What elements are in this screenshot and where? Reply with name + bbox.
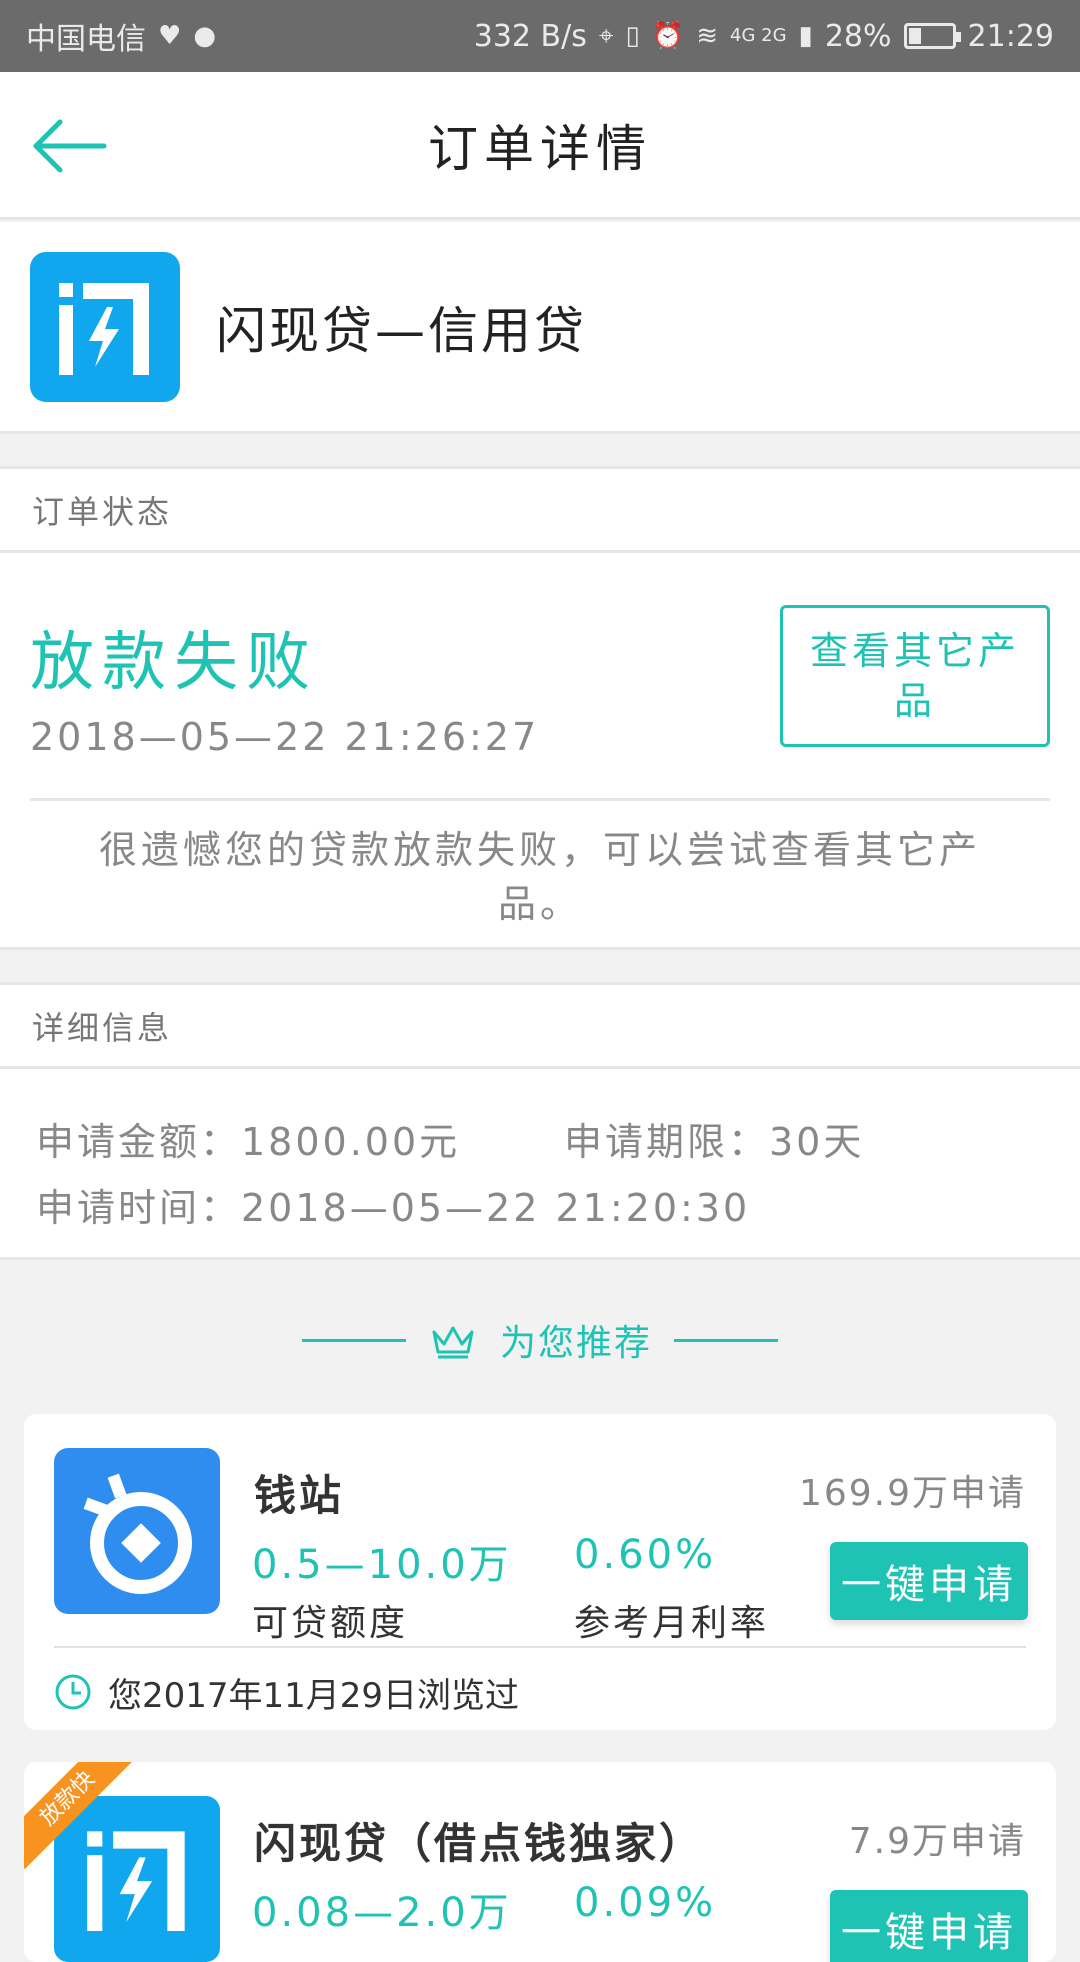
detail-line-1: 申请金额：1800.00元 申请期限：30天 — [36, 1105, 1044, 1171]
wifi-icon: ≋ — [696, 21, 718, 51]
network-speed: 332 B/s — [473, 18, 587, 54]
crown-icon — [432, 1326, 474, 1359]
product-name: 闪现贷—信用贷 — [216, 301, 587, 360]
card-name: 钱站 — [254, 1471, 345, 1520]
card-rate: 0.60% — [574, 1532, 717, 1578]
card-divider — [54, 1646, 1026, 1648]
heart-rate-icon: ♥ — [158, 21, 182, 51]
back-button[interactable] — [30, 116, 110, 176]
detail-line-2: 申请时间：2018—05—22 21:20:30 — [36, 1171, 1044, 1237]
recommend-title-row: 为您推荐 — [0, 1300, 1080, 1380]
order-status-time: 2018—05—22 21:26:27 — [30, 715, 540, 759]
vibrate-icon: ▯ — [625, 21, 640, 51]
status-bar: 中国电信 ♥ ● 332 B/s ⌖ ▯ ⏰ ≋ 4G 2G ▮ 28% 21:… — [0, 0, 1080, 72]
carrier-label: 中国电信 — [26, 22, 146, 57]
flash-loan-logo — [54, 1796, 220, 1962]
signal-icon: ▮ — [798, 21, 813, 51]
order-status-header: 订单状态 — [0, 469, 1080, 553]
detail-header: 详细信息 — [0, 985, 1080, 1069]
recommend-line-left — [301, 1338, 406, 1342]
browse-history: 您2017年11月29日浏览过 — [54, 1662, 519, 1722]
nav-bar: 订单详情 — [0, 72, 1080, 220]
status-left: 中国电信 ♥ ● — [26, 14, 216, 58]
recommend-card[interactable]: 放款快 闪现贷（借点钱独家） 7.9万申请 0.08—2.0万 0.09% 一键… — [24, 1762, 1056, 1962]
order-status-section: 订单状态 放款失败 2018—05—22 21:26:27 查看其它产品 很遗憾… — [0, 466, 1080, 950]
card-loan-range-label: 可贷额度 — [252, 1603, 409, 1644]
one-click-apply-button[interactable]: 一键申请 — [830, 1542, 1028, 1620]
recommend-line-right — [674, 1338, 778, 1342]
qianzhan-logo — [54, 1448, 220, 1614]
battery-percent: 28% — [824, 18, 892, 54]
recommend-card[interactable]: 钱站 169.9万申请 0.5—10.0万 0.60% 可贷额度 参考月利率 一… — [24, 1414, 1056, 1730]
qianzhan-logo-icon — [83, 1473, 192, 1594]
card-loan-range: 0.5—10.0万 — [252, 1542, 512, 1588]
recommend-title: 为您推荐 — [499, 1323, 652, 1364]
app-notification-icon: ● — [193, 21, 216, 51]
browse-history-text: 您2017年11月29日浏览过 — [108, 1675, 520, 1716]
view-other-products-button[interactable]: 查看其它产品 — [780, 605, 1050, 747]
product-logo — [30, 251, 180, 402]
failure-message: 很遗憾您的贷款放款失败，可以尝试查看其它产品。 — [98, 828, 981, 926]
card-loan-range: 0.08—2.0万 — [252, 1890, 512, 1936]
flash-loan-logo-icon — [87, 1831, 185, 1931]
status-row: 放款失败 2018—05—22 21:26:27 查看其它产品 — [30, 553, 1050, 801]
apply-time: 申请时间：2018—05—22 21:20:30 — [36, 1185, 751, 1230]
card-rate: 0.09% — [574, 1880, 717, 1926]
battery-icon — [903, 23, 961, 49]
apply-term: 申请期限：30天 — [564, 1119, 865, 1164]
battery-fill — [908, 28, 921, 44]
card-rate-label: 参考月利率 — [574, 1603, 770, 1644]
clock-time: 21:29 — [967, 18, 1054, 54]
network-type: 4G 2G — [730, 25, 787, 46]
alarm-icon: ⏰ — [651, 21, 685, 51]
status-right: 332 B/s ⌖ ▯ ⏰ ≋ 4G 2G ▮ 28% 21:29 — [474, 19, 1054, 54]
detail-section: 详细信息 申请金额：1800.00元 申请期限：30天 申请时间：2018—05… — [0, 982, 1080, 1260]
location-icon: ⌖ — [598, 20, 614, 51]
back-arrow-icon — [33, 119, 107, 173]
flash-loan-logo-icon — [59, 282, 149, 375]
card-apply-count: 7.9万申请 — [848, 1821, 1026, 1862]
clock-icon — [55, 1674, 91, 1710]
detail-body: 申请金额：1800.00元 申请期限：30天 申请时间：2018—05—22 2… — [0, 1069, 1080, 1237]
page-title: 订单详情 — [428, 119, 652, 178]
one-click-apply-button[interactable]: 一键申请 — [830, 1890, 1028, 1962]
apply-amount: 申请金额：1800.00元 — [36, 1119, 461, 1164]
card-apply-count: 169.9万申请 — [798, 1473, 1026, 1514]
product-header: 闪现贷—信用贷 — [0, 222, 1080, 434]
card-name: 闪现贷（借点钱独家） — [254, 1819, 705, 1868]
order-status-text: 放款失败 — [30, 626, 318, 700]
